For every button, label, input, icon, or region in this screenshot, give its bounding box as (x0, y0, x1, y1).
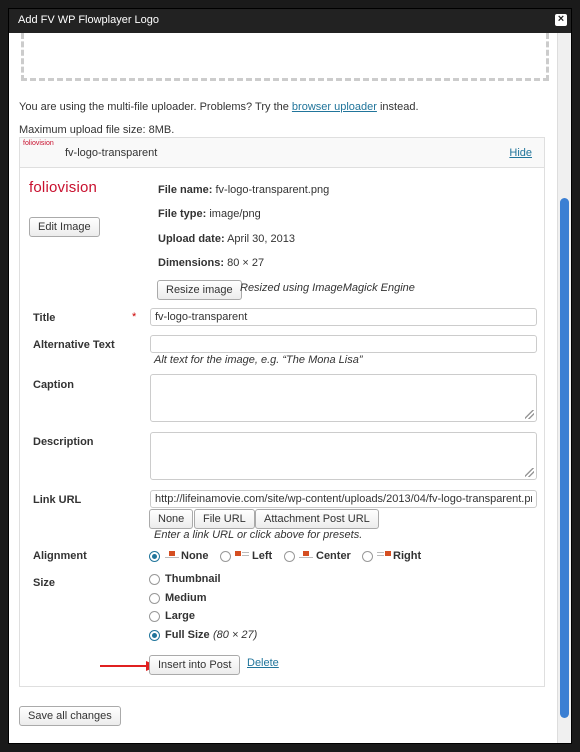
dialog-titlebar: Add FV WP Flowplayer Logo × (9, 9, 571, 33)
link-attachment-button[interactable]: Attachment Post URL (255, 509, 379, 529)
size-medium-label: Medium (165, 592, 207, 604)
caption-label: Caption (33, 379, 74, 391)
link-file-url-button[interactable]: File URL (194, 509, 255, 529)
file-name-row: File name: fv-logo-transparent.png (158, 184, 329, 196)
dimensions-label: Dimensions: (158, 257, 225, 269)
thumbnail-logo: foliovision (23, 140, 54, 147)
required-marker: * (132, 311, 137, 323)
resize-image-button[interactable]: Resize image (157, 280, 242, 300)
align-left-icon (235, 550, 249, 559)
align-none-label: None (181, 550, 209, 562)
browser-uploader-link[interactable]: browser uploader (292, 101, 377, 113)
uploader-notice-text: You are using the multi-file uploader. P… (19, 101, 289, 113)
resize-grip-icon[interactable] (525, 410, 534, 419)
delete-link[interactable]: Delete (247, 657, 279, 669)
align-center-icon (299, 550, 313, 559)
alignment-label: Alignment (33, 550, 87, 562)
hide-link[interactable]: Hide (509, 147, 532, 159)
file-name-value: fv-logo-transparent.png (215, 184, 330, 196)
full-size-dimensions: (80 × 27) (213, 629, 258, 641)
upload-date-row: Upload date: April 30, 2013 (158, 233, 295, 245)
file-type-value: image/png (209, 208, 261, 220)
scrollbar[interactable] (557, 33, 571, 743)
align-right-icon (377, 550, 391, 559)
link-url-hint: Enter a link URL or click above for pres… (154, 529, 363, 541)
media-item-filename: fv-logo-transparent (65, 147, 158, 159)
description-label: Description (33, 436, 94, 448)
edit-image-button[interactable]: Edit Image (29, 217, 100, 237)
link-url-input[interactable] (150, 490, 537, 508)
dialog-title: Add FV WP Flowplayer Logo (18, 14, 160, 26)
size-large-radio[interactable] (149, 611, 160, 622)
upload-date-label: Upload date: (158, 233, 225, 245)
align-none-icon (165, 550, 179, 559)
alt-text-hint: Alt text for the image, e.g. “The Mona L… (154, 354, 363, 366)
media-item: foliovision fv-logo-transparent Hide fol… (19, 137, 545, 687)
caption-textarea[interactable] (150, 374, 537, 422)
description-textarea[interactable] (150, 432, 537, 480)
close-icon[interactable]: × (555, 14, 567, 26)
dimensions-row: Dimensions: 80 × 27 (158, 257, 264, 269)
upload-date-value: April 30, 2013 (227, 233, 295, 245)
uploader-notice: You are using the multi-file uploader. P… (19, 101, 419, 113)
alt-text-input[interactable] (150, 335, 537, 353)
title-input[interactable] (150, 308, 537, 326)
resize-note: Resized using ImageMagick Engine (240, 282, 415, 294)
size-label: Size (33, 577, 56, 589)
media-dialog: Add FV WP Flowplayer Logo × You are usin… (8, 8, 572, 744)
title-label: Title (33, 312, 56, 324)
size-medium-radio[interactable] (149, 593, 160, 604)
dimensions-value: 80 × 27 (227, 257, 265, 269)
uploader-notice-suffix: instead. (379, 101, 419, 113)
file-type-row: File type: image/png (158, 208, 261, 220)
align-none-radio[interactable] (149, 551, 160, 562)
align-left-radio[interactable] (220, 551, 231, 562)
alt-text-label: Alternative Text (33, 339, 115, 351)
resize-grip-icon[interactable] (525, 468, 534, 477)
align-left-label: Left (252, 550, 273, 562)
media-item-header: foliovision fv-logo-transparent Hide (20, 138, 544, 168)
max-upload-size: Maximum upload file size: 8MB. (19, 124, 175, 136)
size-thumbnail-label: Thumbnail (165, 573, 221, 585)
align-right-radio[interactable] (362, 551, 373, 562)
insert-into-post-button[interactable]: Insert into Post (149, 655, 241, 675)
file-name-label: File name: (158, 184, 213, 196)
link-url-label: Link URL (33, 494, 82, 506)
align-center-label: Center (316, 550, 351, 562)
scrollbar-thumb[interactable] (560, 198, 569, 718)
image-preview-logo: foliovision (29, 179, 98, 196)
size-full-label: Full Size (165, 629, 210, 641)
align-right-label: Right (393, 550, 422, 562)
size-full-radio[interactable] (149, 630, 160, 641)
file-type-label: File type: (158, 208, 207, 220)
align-center-radio[interactable] (284, 551, 295, 562)
link-none-button[interactable]: None (149, 509, 194, 529)
size-thumbnail-radio[interactable] (149, 574, 160, 585)
upload-dropzone[interactable] (21, 33, 549, 81)
save-all-changes-button[interactable]: Save all changes (19, 706, 121, 726)
dialog-content: You are using the multi-file uploader. P… (9, 33, 557, 743)
size-large-label: Large (165, 610, 195, 622)
